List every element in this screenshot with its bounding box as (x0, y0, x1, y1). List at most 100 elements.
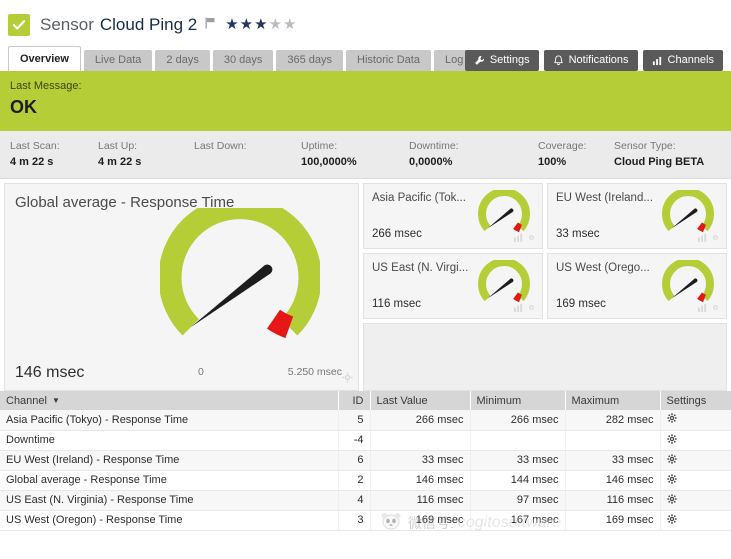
cell-settings (660, 490, 731, 511)
cell-maximum: 116 msec (565, 490, 661, 511)
page-header: Sensor Cloud Ping 2 ★★★★★ (0, 0, 731, 44)
gear-icon[interactable] (666, 493, 677, 507)
stat-last-down-value (194, 156, 301, 169)
small-gauge-asia-pacific: Asia Pacific (Tok... 266 msec (363, 183, 543, 249)
stat-downtime: Downtime: 0,0000% (409, 140, 538, 169)
sensor-priority-rating[interactable]: ★★★★★ (225, 17, 297, 32)
small-gauge-title: Asia Pacific (Tok... (372, 192, 466, 204)
tab-overview[interactable]: Overview (8, 46, 81, 71)
tab-30-days[interactable]: 30 days (212, 50, 274, 71)
cell-last-value: 146 msec (370, 470, 471, 491)
cell-last-value: 116 msec (370, 490, 471, 511)
cell-channel: US West (Oregon) - Response Time (0, 510, 339, 531)
tab-2-days[interactable]: 2 days (155, 50, 210, 71)
gear-icon[interactable] (527, 233, 536, 245)
star-5[interactable]: ★ (283, 16, 297, 33)
column-header-last-value[interactable]: Last Value (370, 391, 471, 410)
star-3[interactable]: ★ (254, 16, 268, 33)
small-gauge-dial (478, 190, 530, 233)
small-gauge-needle (671, 208, 698, 229)
cell-last-value: 33 msec (370, 450, 471, 471)
tab-bar: Overview Live Data 2 days 30 days 365 da… (0, 46, 731, 73)
cell-channel: Global average - Response Time (0, 470, 339, 491)
chart-icon[interactable] (698, 233, 707, 245)
chevron-down-icon: ▼ (51, 395, 60, 405)
small-gauge-icons (698, 233, 720, 245)
main-gauge-panel: Global average - Response Time 146 msec … (4, 183, 359, 391)
chart-icon[interactable] (514, 303, 523, 315)
stat-downtime-label: Downtime: (409, 140, 459, 152)
wrench-icon (474, 55, 490, 66)
cell-maximum: 146 msec (565, 470, 661, 491)
stat-last-up: Last Up: 4 m 22 s (98, 140, 194, 169)
gear-icon[interactable] (666, 513, 677, 527)
stat-downtime-value: 0,0000% (409, 156, 453, 168)
stat-last-scan-value: 4 m 22 s (10, 156, 54, 168)
small-gauge-needle (487, 208, 514, 229)
gear-icon[interactable] (342, 372, 353, 386)
small-gauge-icons (698, 303, 720, 315)
gear-icon[interactable] (666, 433, 677, 447)
main-gauge-min-label: 0 (198, 366, 204, 378)
channels-button-label: Channels (667, 54, 714, 66)
tab-historic-data[interactable]: Historic Data (346, 50, 431, 71)
small-gauge-needle (487, 278, 514, 299)
small-gauge-icons (514, 303, 536, 315)
cell-minimum: 266 msec (470, 410, 566, 431)
column-header-channel[interactable]: Channel ▼ (0, 391, 339, 410)
cell-last-value: 169 msec (370, 510, 471, 531)
chart-icon[interactable] (514, 233, 523, 245)
prtg-sensor-overview-page: Sensor Cloud Ping 2 ★★★★★ Overview Live … (0, 0, 731, 559)
table-row[interactable]: Downtime -4 (0, 430, 731, 451)
gear-icon[interactable] (527, 303, 536, 315)
last-message-banner: Last Message: OK (0, 73, 731, 131)
channels-button[interactable]: Channels (642, 50, 723, 71)
table-row[interactable]: EU West (Ireland) - Response Time 6 33 m… (0, 450, 731, 471)
main-gauge-needle (190, 264, 273, 328)
notifications-button[interactable]: Notifications (543, 50, 638, 71)
table-row[interactable]: US East (N. Virginia) - Response Time 4 … (0, 490, 731, 511)
flag-icon[interactable] (205, 17, 216, 29)
column-header-minimum[interactable]: Minimum (470, 391, 566, 410)
main-gauge-dial (160, 208, 320, 339)
cell-maximum: 282 msec (565, 410, 661, 431)
gear-icon[interactable] (666, 453, 677, 467)
channels-table: Channel ▼ ID Last Value Minimum Maximum S… (0, 391, 731, 531)
gear-icon[interactable] (666, 413, 677, 426)
small-gauge-us-west: US West (Orego... 169 msec (547, 253, 727, 319)
tab-live-data[interactable]: Live Data (83, 50, 153, 71)
small-gauge-needle (671, 278, 698, 299)
settings-button[interactable]: Settings (464, 50, 539, 71)
table-row[interactable]: US West (Oregon) - Response Time 3 169 m… (0, 510, 731, 531)
gear-icon[interactable] (666, 473, 677, 487)
gear-icon[interactable] (711, 233, 720, 245)
tab-365-days[interactable]: 365 days (276, 50, 344, 71)
chart-icon[interactable] (698, 303, 707, 315)
sensor-name-label: Cloud Ping 2 (99, 15, 198, 34)
cell-minimum (470, 430, 566, 451)
star-2[interactable]: ★ (240, 16, 254, 33)
small-gauge-title: US East (N. Virgi... (372, 262, 469, 274)
cell-channel: EU West (Ireland) - Response Time (0, 450, 339, 471)
star-1[interactable]: ★ (225, 16, 239, 33)
sensor-status-ok-icon (8, 14, 30, 36)
cell-id: 4 (338, 490, 371, 511)
stat-uptime-label: Uptime: (301, 140, 338, 152)
bar-chart-icon (652, 55, 668, 66)
stat-sensor-type-value: Cloud Ping BETA (614, 156, 705, 168)
cell-maximum: 169 msec (565, 510, 661, 531)
cell-id: -4 (338, 430, 371, 451)
table-row[interactable]: Global average - Response Time 2 146 mse… (0, 470, 731, 491)
column-header-maximum[interactable]: Maximum (565, 391, 661, 410)
empty-gauge-placeholder (363, 323, 727, 391)
column-header-id[interactable]: ID (338, 391, 371, 410)
star-4[interactable]: ★ (269, 16, 283, 33)
cell-id: 2 (338, 470, 371, 491)
sensor-kind-label: Sensor (40, 15, 94, 34)
small-gauge-value: 33 msec (556, 228, 600, 240)
gear-icon[interactable] (711, 303, 720, 315)
stat-last-down-label: Last Down: (194, 140, 247, 152)
table-header-row: Channel ▼ ID Last Value Minimum Maximum S… (0, 391, 731, 410)
cell-last-value: 266 msec (370, 410, 471, 431)
table-row[interactable]: Asia Pacific (Tokyo) - Response Time 5 2… (0, 410, 731, 431)
